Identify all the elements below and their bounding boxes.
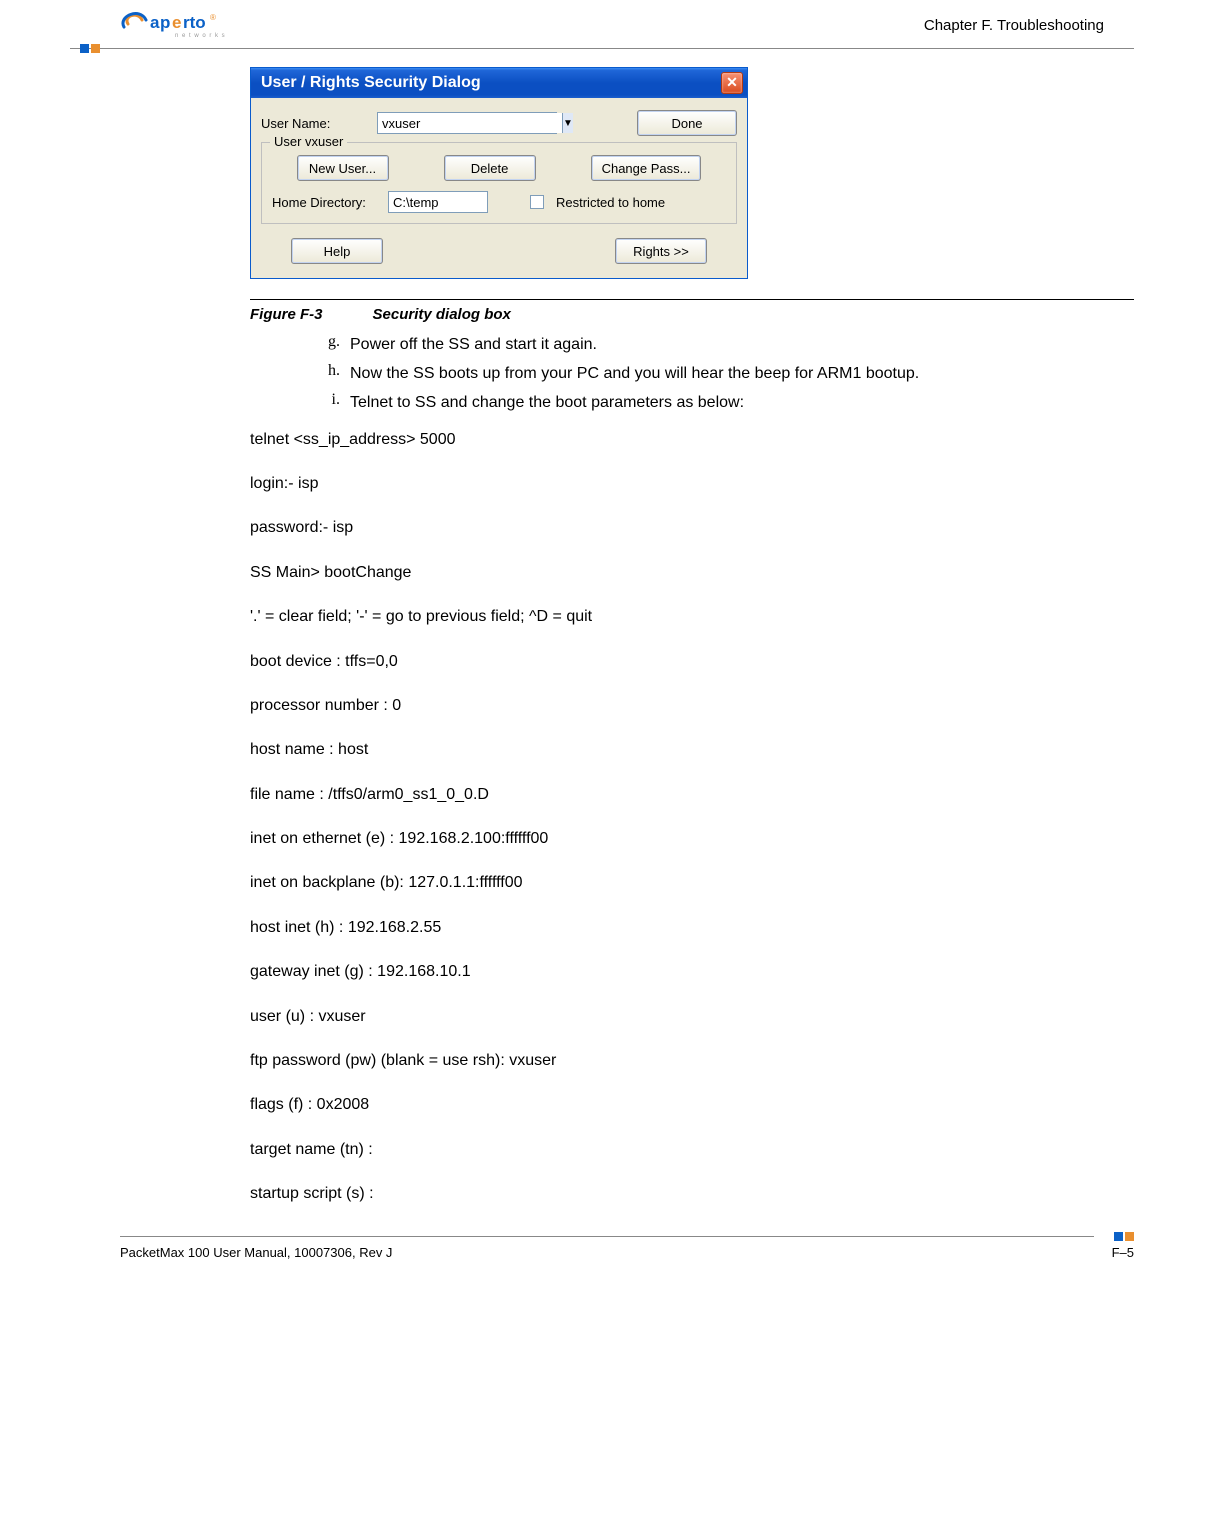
change-pass-button[interactable]: Change Pass... bbox=[591, 155, 702, 181]
terminal-line: boot device : tffs=0,0 bbox=[250, 651, 1134, 673]
decor-squares-left bbox=[80, 44, 100, 53]
figure-number: Figure F-3 bbox=[250, 306, 323, 323]
figure-title: Security dialog box bbox=[373, 306, 511, 323]
step-marker: h. bbox=[320, 362, 350, 385]
fieldset-legend: User vxuser bbox=[270, 134, 347, 149]
step-text: Power off the SS and start it again. bbox=[350, 333, 1134, 356]
username-input[interactable] bbox=[378, 113, 562, 133]
delete-button[interactable]: Delete bbox=[444, 155, 536, 181]
terminal-line: '.' = clear field; '-' = go to previous … bbox=[250, 606, 1134, 628]
dialog-title: User / Rights Security Dialog bbox=[261, 74, 721, 92]
user-fieldset: User vxuser New User... Delete Change Pa… bbox=[261, 142, 737, 224]
figure-caption: Figure F-3 Security dialog box bbox=[250, 306, 1134, 323]
terminal-line: ftp password (pw) (blank = use rsh): vxu… bbox=[250, 1050, 1134, 1072]
new-user-button[interactable]: New User... bbox=[297, 155, 389, 181]
terminal-line: inet on backplane (b): 127.0.1.1:ffffff0… bbox=[250, 872, 1134, 894]
terminal-line: host inet (h) : 192.168.2.55 bbox=[250, 917, 1134, 939]
step-text: Telnet to SS and change the boot paramet… bbox=[350, 391, 1134, 414]
close-icon[interactable]: ✕ bbox=[721, 72, 743, 94]
terminal-line: inet on ethernet (e) : 192.168.2.100:fff… bbox=[250, 828, 1134, 850]
svg-text:e: e bbox=[172, 13, 181, 32]
terminal-output: telnet <ss_ip_address> 5000 login:- isp … bbox=[250, 429, 1134, 1206]
step-list: g. Power off the SS and start it again. … bbox=[320, 333, 1134, 415]
decor-squares-right bbox=[1114, 1232, 1134, 1241]
terminal-line: login:- isp bbox=[250, 473, 1134, 495]
footer-page: F–5 bbox=[1112, 1245, 1134, 1260]
svg-text:rto: rto bbox=[183, 13, 206, 32]
terminal-line: startup script (s) : bbox=[250, 1183, 1134, 1205]
restricted-checkbox[interactable] bbox=[530, 195, 544, 209]
terminal-line: password:- isp bbox=[250, 517, 1134, 539]
help-button[interactable]: Help bbox=[291, 238, 383, 264]
dropdown-icon[interactable]: ▼ bbox=[562, 113, 573, 133]
step-marker: g. bbox=[320, 333, 350, 356]
terminal-line: user (u) : vxuser bbox=[250, 1006, 1134, 1028]
terminal-line: flags (f) : 0x2008 bbox=[250, 1094, 1134, 1116]
footer-manual: PacketMax 100 User Manual, 10007306, Rev… bbox=[120, 1245, 392, 1260]
terminal-line: host name : host bbox=[250, 739, 1134, 761]
security-dialog: User / Rights Security Dialog ✕ User Nam… bbox=[250, 67, 748, 279]
done-button[interactable]: Done bbox=[637, 110, 737, 136]
svg-text:n e t w o r k s: n e t w o r k s bbox=[175, 33, 226, 39]
step-marker: i. bbox=[320, 391, 350, 414]
terminal-line: file name : /tffs0/arm0_ss1_0_0.D bbox=[250, 784, 1134, 806]
terminal-line: target name (tn) : bbox=[250, 1139, 1134, 1161]
home-dir-label: Home Directory: bbox=[272, 195, 382, 210]
svg-text:®: ® bbox=[210, 13, 216, 22]
brand-logo: ap e rto ® n e t w o r k s bbox=[120, 10, 235, 40]
terminal-line: processor number : 0 bbox=[250, 695, 1134, 717]
rights-button[interactable]: Rights >> bbox=[615, 238, 707, 264]
terminal-line: telnet <ss_ip_address> 5000 bbox=[250, 429, 1134, 451]
username-label: User Name: bbox=[261, 116, 371, 131]
step-text: Now the SS boots up from your PC and you… bbox=[350, 362, 1134, 385]
restricted-label: Restricted to home bbox=[556, 195, 665, 210]
chapter-label: Chapter F. Troubleshooting bbox=[235, 17, 1104, 34]
terminal-line: SS Main> bootChange bbox=[250, 562, 1134, 584]
svg-text:ap: ap bbox=[150, 13, 171, 32]
terminal-line: gateway inet (g) : 192.168.10.1 bbox=[250, 961, 1134, 983]
username-combobox[interactable]: ▼ bbox=[377, 112, 557, 134]
home-dir-input[interactable] bbox=[388, 191, 488, 213]
